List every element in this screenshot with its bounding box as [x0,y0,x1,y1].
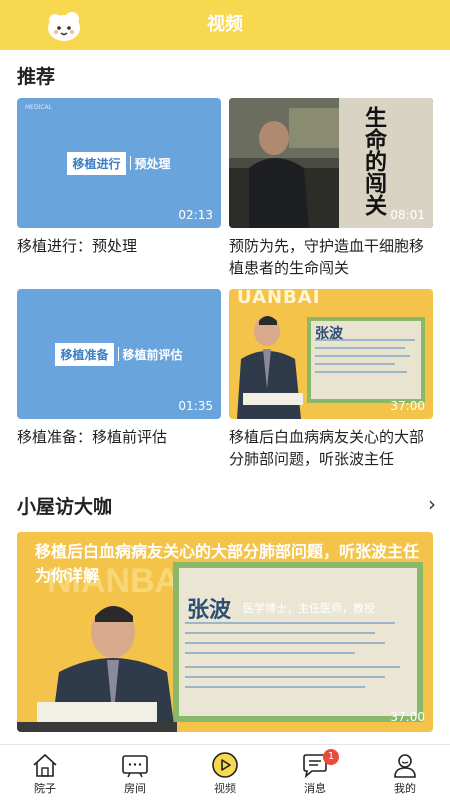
video-duration: 01:35 [178,399,213,413]
top-bar: 视频 [0,0,450,50]
play-circle-icon [212,752,238,778]
thumbnail-title: 生命的闯关 [361,106,387,216]
video-thumbnail[interactable]: 移植准备 移植前评估 01:35 [17,289,221,419]
video-card[interactable]: 移植准备 移植前评估 01:35 移植准备：移植前评估 [17,289,221,470]
unread-badge: 1 [323,749,339,765]
banner-name: 张波 [187,598,232,623]
tab-label: 我的 [394,782,416,795]
video-thumbnail[interactable]: 生命的闯关 08:01 [229,98,433,228]
tab-courtyard[interactable]: 院子 [0,745,90,800]
user-icon [394,754,416,778]
chevron-right-icon[interactable]: › [428,494,436,514]
video-caption[interactable]: 移植进行：预处理 [17,235,221,279]
thumbnail-name: 张波 [315,326,343,342]
featured-video-banner[interactable]: NIANBAI 张波 医学博士，主任医师，教授 移植后白血病病友关心的大部分肺部… [17,532,433,732]
house-icon [33,753,57,777]
thumbnail-text: 移植前评估 [122,347,183,362]
tab-video[interactable]: 视频 [180,745,270,800]
section-title-interview: 小屋访大咖 [17,496,113,518]
tab-room[interactable]: 房间 [90,745,180,800]
video-caption[interactable]: 移植后白血病病友关心的大部分肺部问题，听张波主任 [229,426,433,470]
thumbnail-top-text: UANBAI [237,289,321,308]
video-thumbnail[interactable]: MEDICAL 移植进行 预处理 02:13 [17,98,221,228]
video-card[interactable]: UANBAI 张波 37:00 移植后白血病病友关心的大部分肺部问题，听张波主任 [229,289,433,470]
video-duration: 02:13 [178,208,213,222]
thumbnail-tag: 移植准备 [55,342,114,366]
video-duration: 37:00 [390,399,425,413]
video-caption[interactable]: 预防为先，守护造血干细胞移植患者的生命闯关 [229,235,433,279]
video-card[interactable]: 生命的闯关 08:01 预防为先，守护造血干细胞移植患者的生命闯关 [229,98,433,279]
video-thumbnail[interactable]: UANBAI 张波 37:00 [229,289,433,419]
tab-label: 房间 [124,782,146,795]
page-title: 视频 [207,14,243,35]
tab-label: 院子 [34,782,56,795]
banner-subtitle: 医学博士，主任医师，教授 [243,602,375,615]
video-duration: 37:00 [390,710,425,724]
video-card[interactable]: MEDICAL 移植进行 预处理 02:13 移植进行：预处理 [17,98,221,279]
video-caption[interactable]: 移植准备：移植前评估 [17,426,221,470]
tab-mine[interactable]: 我的 [360,745,450,800]
banner-headline: 移植后白血病病友关心的大部分肺部问题，听张波主任为你详解 [35,542,420,585]
thumbnail-text: 预处理 [134,156,171,171]
tab-label: 消息 [304,782,326,795]
thumbnail-tag: 移植进行 [67,151,126,175]
tab-label: 视频 [214,782,236,795]
bottom-tab-bar: 院子 房间 视频 1 消息 我的 [0,744,450,800]
tv-icon [122,755,148,778]
tab-messages[interactable]: 1 消息 [270,745,360,800]
video-duration: 08:01 [390,208,425,222]
section-title-recommend: 推荐 [17,66,56,88]
